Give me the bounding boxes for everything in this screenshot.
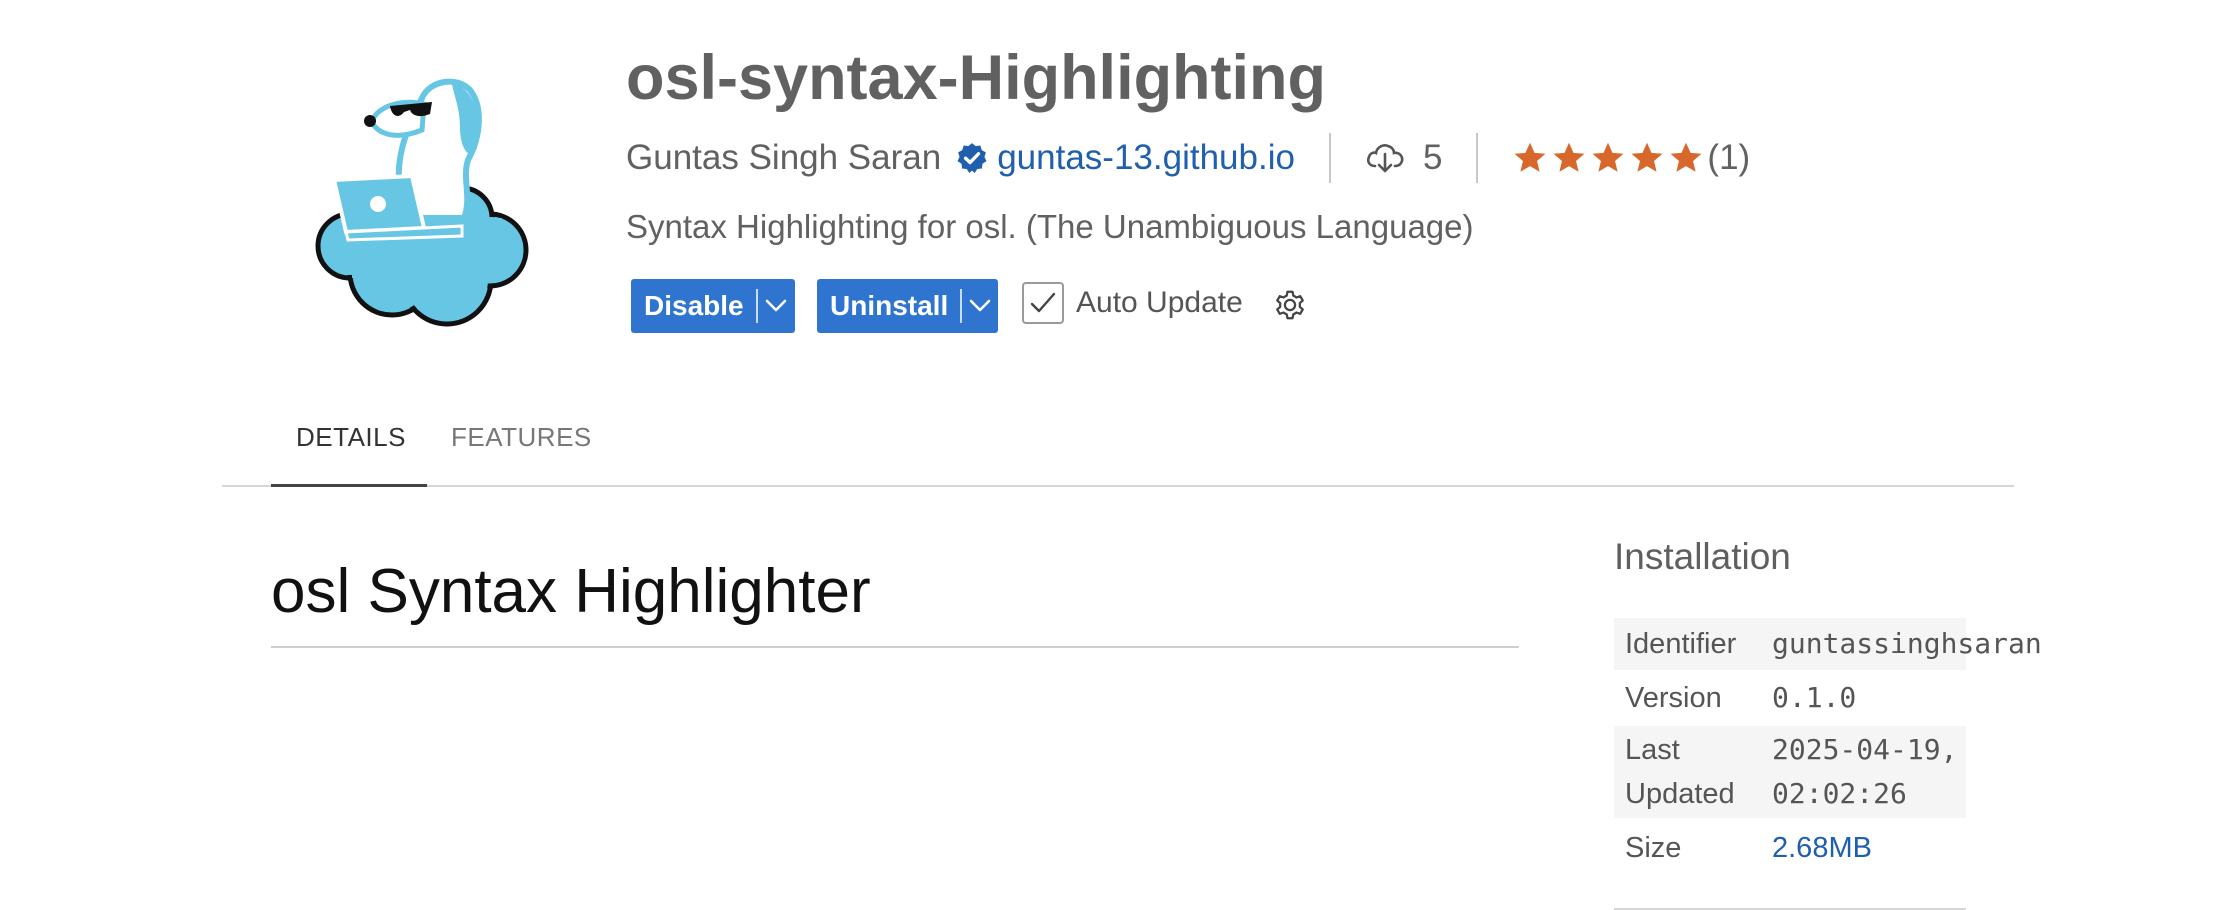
- installation-row-version: Version 0.1.0: [1614, 672, 1966, 724]
- star-icon: [1514, 142, 1546, 172]
- gear-icon[interactable]: [1272, 287, 1308, 323]
- last-updated-value-date: 2025-04-19,: [1772, 733, 1958, 766]
- extension-title: osl-syntax-Highlighting: [626, 43, 1326, 113]
- active-tab-indicator: [271, 484, 427, 487]
- extension-logo: [315, 78, 529, 327]
- last-updated-value-time: 02:02:26: [1772, 777, 1907, 810]
- auto-update-checkbox[interactable]: [1022, 282, 1064, 324]
- rating-stars[interactable]: (1): [1512, 138, 1750, 178]
- size-label: Size: [1625, 832, 1682, 864]
- disable-button-label: Disable: [644, 290, 744, 321]
- rating-count: (1): [1707, 138, 1751, 177]
- tab-details[interactable]: DETAILS: [296, 422, 406, 453]
- star-icon: [1553, 142, 1585, 172]
- last-updated-label-line1: Last: [1625, 734, 1680, 766]
- readme-heading: osl Syntax Highlighter: [271, 557, 871, 626]
- disable-dropdown[interactable]: [758, 299, 795, 313]
- version-label: Version: [1625, 682, 1722, 714]
- installation-row-identifier: Identifier guntassinghsaran: [1614, 618, 2042, 670]
- tabs-divider: [222, 485, 2014, 487]
- star-icon: [1631, 142, 1663, 172]
- meta-separator: [1328, 133, 1331, 183]
- uninstall-button[interactable]: Uninstall: [817, 279, 998, 333]
- version-value: 0.1.0: [1772, 681, 1857, 714]
- disable-button[interactable]: Disable: [631, 279, 795, 333]
- extension-meta-row: Guntas Singh Saran guntas-13.github.io 5…: [626, 128, 1750, 188]
- cloud-download-icon: [1366, 144, 1404, 173]
- install-count: 5: [1422, 138, 1443, 177]
- star-icon: [1670, 142, 1702, 172]
- meta-separator: [1476, 133, 1479, 183]
- chevron-down-icon: [765, 299, 787, 312]
- verified-badge-icon: [957, 143, 987, 174]
- uninstall-button-label: Uninstall: [830, 290, 949, 321]
- publisher-name[interactable]: Guntas Singh Saran: [626, 138, 941, 178]
- uninstall-dropdown[interactable]: [962, 299, 998, 313]
- size-value-link[interactable]: 2.68MB: [1772, 826, 1872, 870]
- readme-heading-rule: [271, 646, 1519, 648]
- identifier-label: Identifier: [1625, 628, 1737, 660]
- auto-update-label[interactable]: Auto Update: [1076, 286, 1243, 320]
- extension-description: Syntax Highlighting for osl. (The Unambi…: [626, 208, 1474, 245]
- chevron-down-icon: [969, 299, 991, 312]
- tab-features[interactable]: FEATURES: [451, 422, 592, 453]
- identifier-value: guntassinghsaran: [1772, 627, 2042, 660]
- installation-heading: Installation: [1614, 536, 1791, 577]
- star-icon: [1592, 142, 1624, 172]
- checkmark-icon: [1030, 292, 1056, 313]
- publisher-website-link[interactable]: guntas-13.github.io: [997, 138, 1295, 178]
- installation-row-last-updated: Last Updated 2025-04-19, 02:02:26: [1614, 726, 1966, 818]
- last-updated-label-line2: Updated: [1625, 778, 1735, 810]
- installation-row-size: Size 2.68MB: [1614, 822, 1966, 874]
